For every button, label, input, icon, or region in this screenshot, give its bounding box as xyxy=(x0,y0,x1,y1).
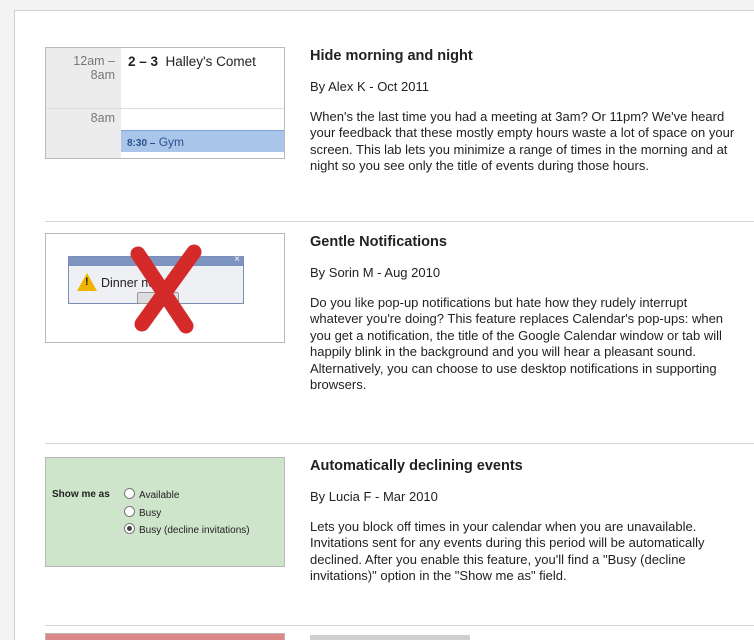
lab-description: Do you like pop-up notifications but hat… xyxy=(310,295,724,393)
radio-icon xyxy=(124,506,135,517)
lab-preview-image: × ! Dinner ncho's xyxy=(45,233,285,343)
time-range-start: 12am – xyxy=(73,54,115,68)
next-lab-title-cutoff xyxy=(310,635,470,640)
time-range-end: 8am xyxy=(90,68,115,82)
lab-gentle-notifications: × ! Dinner ncho's Gentle Notifications B… xyxy=(45,233,754,443)
gym-title: Gym xyxy=(158,135,185,149)
lab-description: Lets you block off times in your calenda… xyxy=(310,519,705,584)
lab-byline: By Lucia F - Mar 2010 xyxy=(310,489,438,504)
lab-text: Hide morning and night By Alex K - Oct 2… xyxy=(310,47,735,175)
lab-byline: By Sorin M - Aug 2010 xyxy=(310,265,441,280)
lab-divider xyxy=(45,625,754,626)
radio-busy-decline: Busy (decline invitations) xyxy=(124,523,250,536)
radio-selected-icon xyxy=(124,523,135,534)
event-gym: 8:30 – Gym xyxy=(121,130,284,152)
show-me-as-preview: Show me as Available Busy Busy (decline … xyxy=(46,458,284,566)
hour-divider xyxy=(46,108,284,109)
lab-title: Automatically declining events xyxy=(310,458,523,474)
calendar-preview: 12am – 8am 2 – 3 Halley's Comet 8am 8:30… xyxy=(46,48,284,158)
radio-available: Available xyxy=(124,488,179,501)
radio-icon xyxy=(124,488,135,499)
lab-description: When's the last time you had a meeting a… xyxy=(310,109,735,174)
lab-preview-image: 12am – 8am 2 – 3 Halley's Comet 8am 8:30… xyxy=(45,47,285,159)
lab-auto-decline: Show me as Available Busy Busy (decline … xyxy=(45,457,754,627)
show-me-as-label: Show me as xyxy=(52,489,110,500)
lab-text: Automatically declining events By Lucia … xyxy=(310,457,735,585)
lab-byline: By Alex K - Oct 2011 xyxy=(310,79,429,94)
notification-preview: × ! Dinner ncho's xyxy=(46,234,284,342)
lab-hide-morning-night: 12am – 8am 2 – 3 Halley's Comet 8am 8:30… xyxy=(45,47,754,227)
red-x-icon xyxy=(130,244,202,334)
radio-busy: Busy xyxy=(124,506,161,519)
lab-divider xyxy=(45,221,754,222)
lab-title: Gentle Notifications xyxy=(310,234,447,250)
lab-divider xyxy=(45,443,754,444)
time-label-8am: 8am xyxy=(90,111,115,125)
option-label: Available xyxy=(139,490,180,501)
gym-time: 8:30 – xyxy=(127,138,156,149)
option-label: Busy xyxy=(139,508,162,519)
event-halleys-comet: 2 – 3 Halley's Comet xyxy=(128,54,256,69)
lab-text: Gentle Notifications By Sorin M - Aug 20… xyxy=(310,233,735,393)
labs-list-panel: 12am – 8am 2 – 3 Halley's Comet 8am 8:30… xyxy=(14,10,754,640)
lab-preview-image: Show me as Available Busy Busy (decline … xyxy=(45,457,285,567)
event-time: 2 – 3 xyxy=(128,54,159,69)
lab-title: Hide morning and night xyxy=(310,48,473,64)
option-label: Busy (decline invitations) xyxy=(139,525,250,536)
event-title: Halley's Comet xyxy=(165,54,256,69)
